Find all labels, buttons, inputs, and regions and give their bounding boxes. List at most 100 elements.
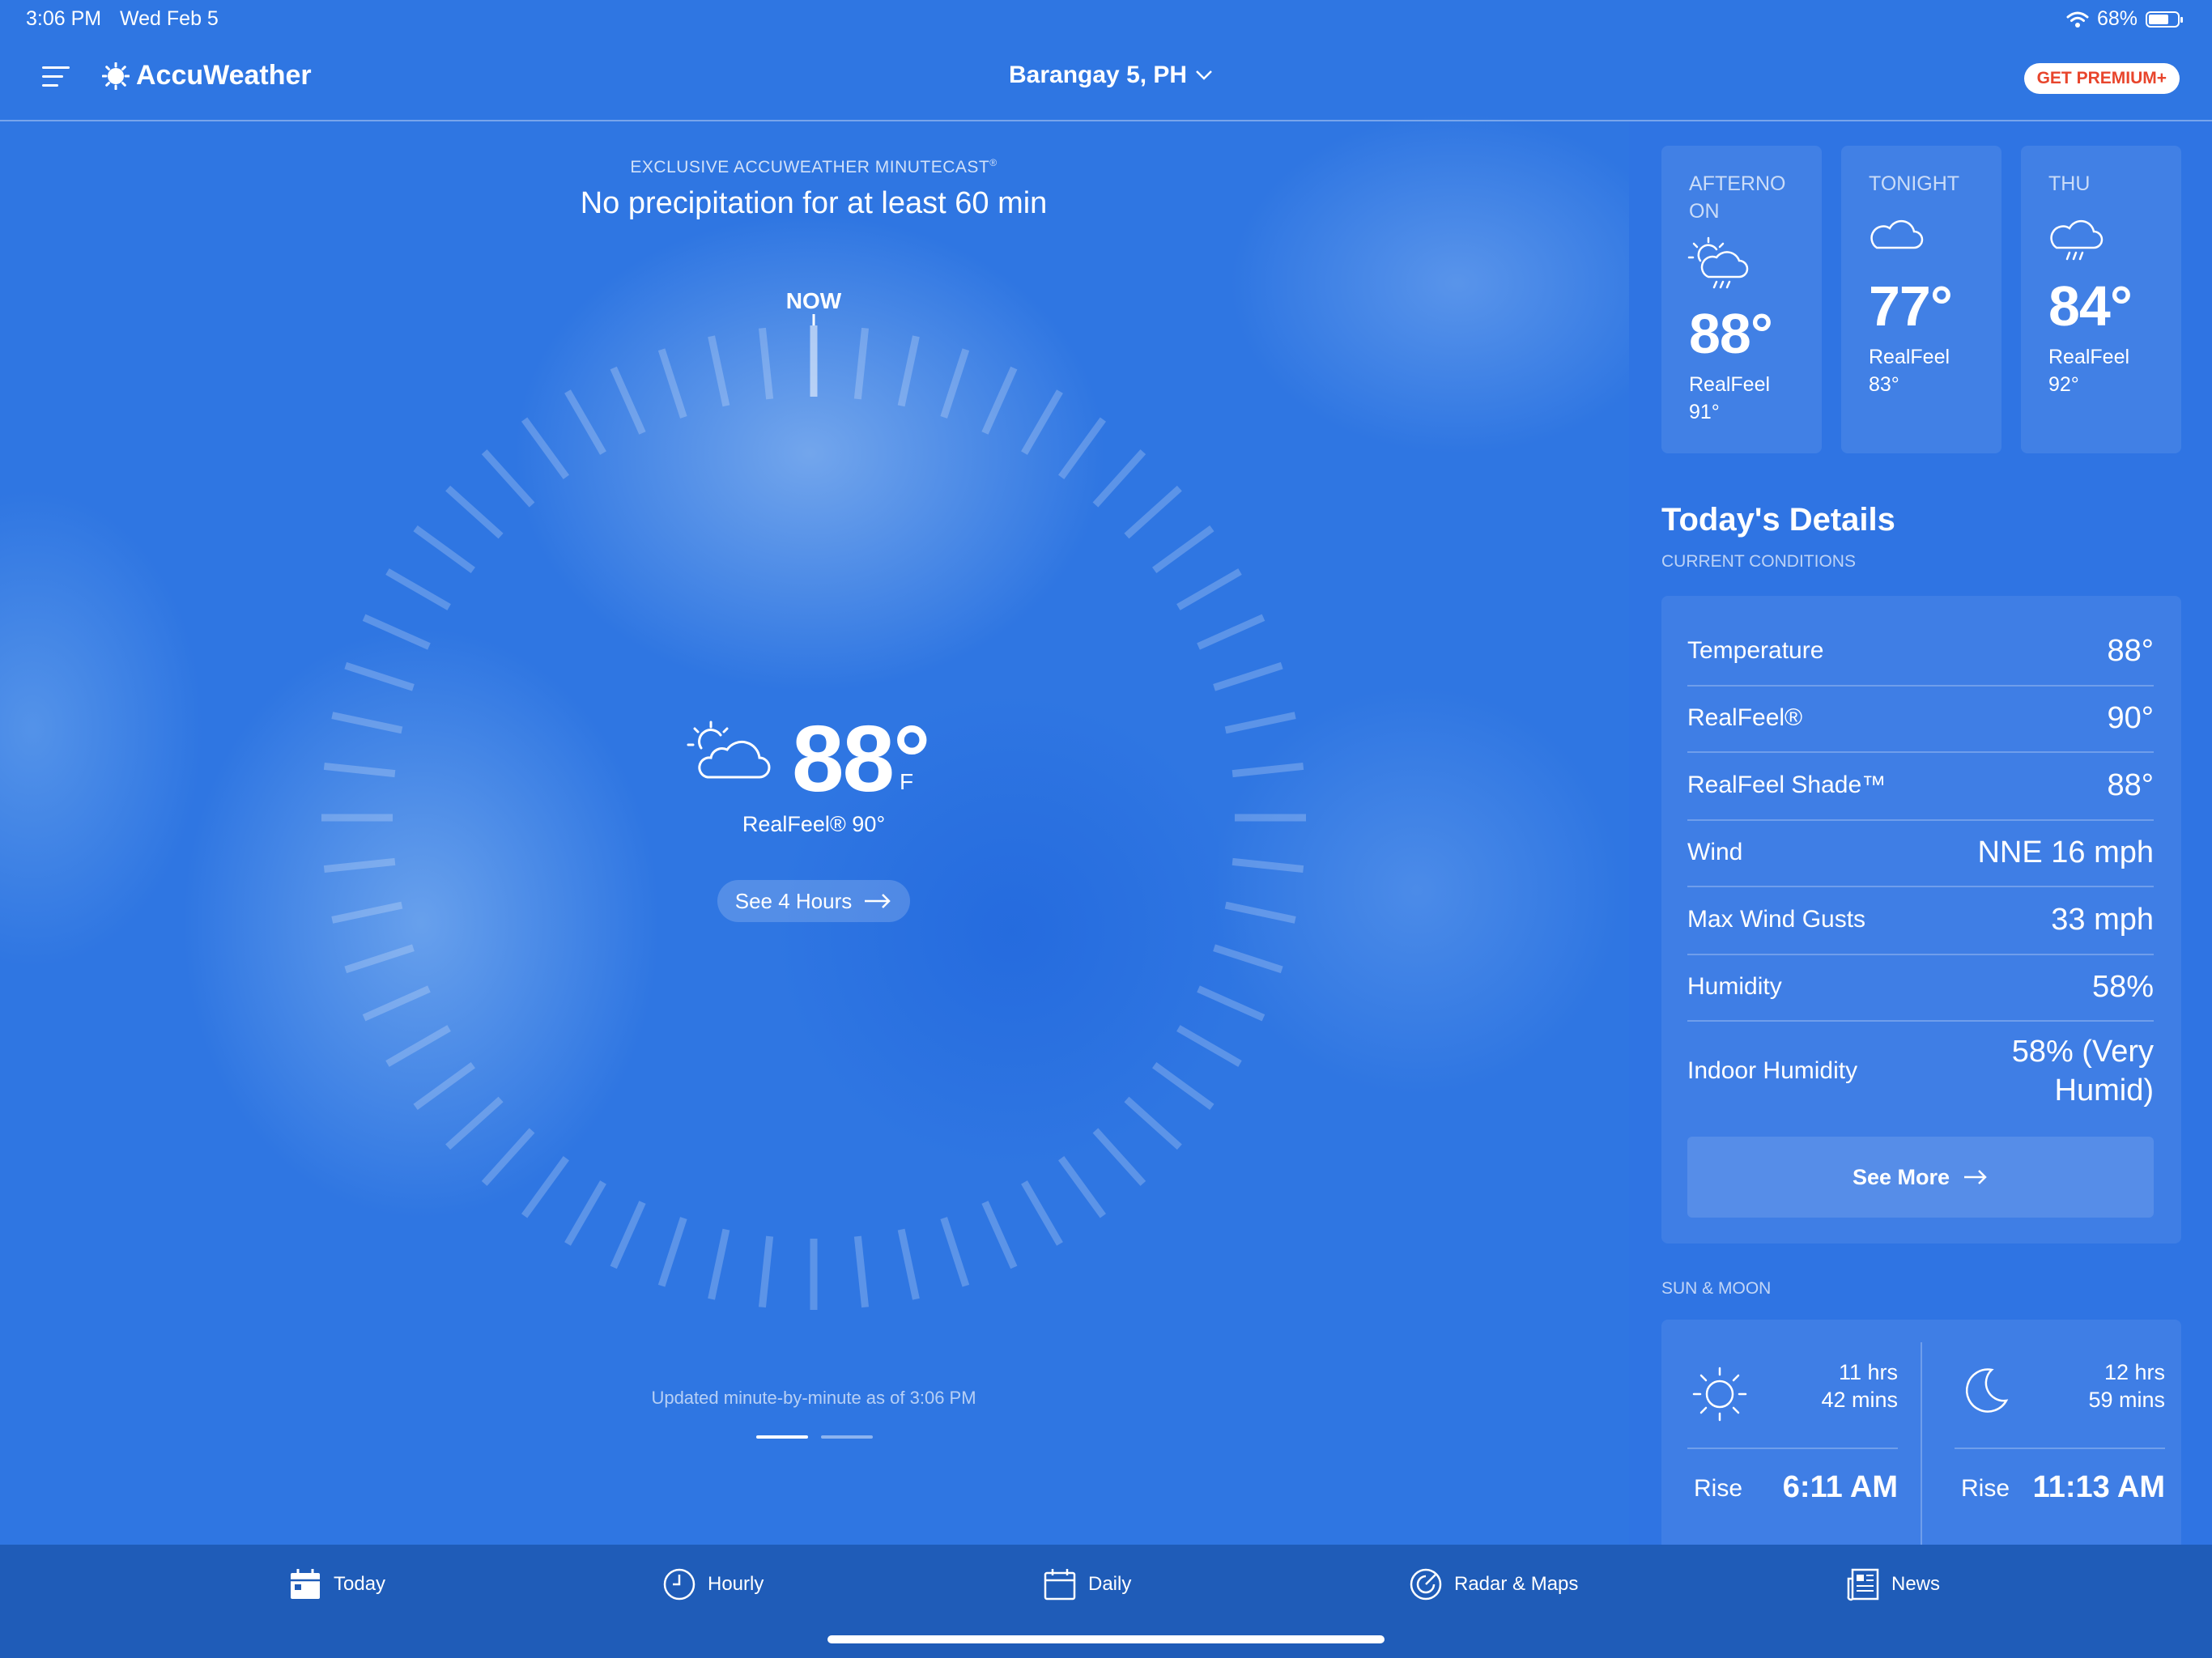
temperature-unit: F [900,769,914,794]
newspaper-icon [1847,1568,1879,1601]
get-premium-button[interactable]: GET PREMIUM+ [2023,63,2180,94]
page-dot-2[interactable] [821,1435,873,1439]
see-hours-label: See 4 Hours [734,888,853,913]
battery-icon [2146,11,2183,28]
divider [1687,1448,1898,1449]
see-4-hours-button[interactable]: See 4 Hours [717,880,910,922]
dial-tick [1021,389,1063,455]
page-indicator[interactable] [756,1435,873,1439]
tab-label: Daily [1088,1573,1132,1595]
tab-label: News [1891,1573,1941,1595]
detail-label: Wind [1687,839,1743,865]
detail-value: NNE 16 mph [1977,835,2154,869]
details-row: Wind NNE 16 mph [1687,819,2154,887]
detail-value: 88° [2107,633,2154,668]
tab-label: Today [334,1573,386,1595]
dial-tick [481,1128,535,1186]
see-more-button[interactable]: See More [1687,1137,2154,1218]
sun-duration-hours: 11 hrs [1838,1360,1898,1384]
dial-tick [1231,857,1304,874]
forecast-card-thu[interactable]: THU 84° RealFeel 92° [2021,146,2181,453]
dial-tick [1176,568,1242,610]
detail-value: 58% [2091,969,2154,1004]
dial-tick [323,857,396,874]
moon-duration-hours: 12 hrs [2104,1360,2165,1384]
dial-tick [940,348,970,419]
dial-tick [331,901,403,924]
dial-tick [564,389,606,455]
home-indicator[interactable] [827,1635,1385,1643]
dial-tick [1224,901,1296,924]
tab-hourly[interactable]: Hourly [662,1567,764,1601]
dial-tick [1092,449,1146,508]
details-row: Max Wind Gusts 33 mph [1687,886,2154,955]
dial-tick [897,1228,920,1300]
forecast-realfeel-value: 91° [1689,401,1720,423]
forecast-temp: 84° [2048,274,2133,338]
forecast-label: AFTERNO ON [1689,172,1786,223]
partly-sunny-icon [687,721,771,786]
dial-tick [1213,661,1283,691]
detail-label: Temperature [1687,637,1824,664]
detail-value-line: Humid) [2054,1073,2154,1107]
dial-tick [362,614,431,650]
tab-daily[interactable]: Daily [1043,1567,1131,1601]
detail-label: Max Wind Gusts [1687,906,1866,933]
detail-value: 33 mph [2051,902,2154,937]
dial-tick [610,366,646,435]
forecast-temp: 88° [1689,302,1773,365]
dial-tick [1152,1062,1214,1111]
detail-label: Indoor Humidity [1687,1057,1858,1084]
dial-tick [853,1235,870,1308]
dial-tick [445,485,504,539]
moonrise-time: 11:13 AM [2032,1470,2165,1504]
dial-tick [1224,712,1296,734]
dial-tick [853,327,870,400]
forecast-label: TONIGHT [1869,172,1960,195]
forecast-card-tonight[interactable]: TONIGHT 77° RealFeel 83° [1841,146,2001,453]
dial-tick [413,525,475,573]
tab-today[interactable]: Today [288,1567,385,1601]
detail-value: 58% (Very Humid) [2012,1032,2154,1110]
dial-tick [1231,762,1304,778]
updated-text: Updated minute-by-minute as of 3:06 PM [651,1388,976,1408]
forecast-label: THU [2048,172,2091,195]
dial-tick [1021,1180,1063,1246]
calendar-icon [1044,1569,1076,1601]
dial-tick [708,335,730,407]
forecast-temp: 77° [1869,274,1953,338]
detail-label: Humidity [1687,973,1782,1000]
dial-tick [521,417,569,479]
forecast-realfeel-label: RealFeel [1869,346,1950,368]
page-dot-1[interactable] [756,1435,808,1439]
dial-tick [481,449,535,508]
forecast-realfeel-value: 92° [2048,373,2079,396]
tab-news[interactable]: News [1846,1567,1940,1601]
calendar-today-icon [291,1569,320,1599]
dial-tick [897,335,920,407]
sun-duration: 11 hrs 42 mins [1821,1358,1898,1414]
dial-tick [1197,985,1266,1022]
dial-tick [385,568,451,610]
details-row: RealFeel® 90° [1687,685,2154,753]
dial-tick [1152,525,1214,573]
radar-icon [1410,1568,1442,1601]
status-right: 68% [2066,7,2183,31]
moon-section: 12 hrs 59 mins Rise 11:13 AM [1955,1320,2165,1545]
sun-duration-mins: 42 mins [1821,1388,1898,1412]
sunrise-label: Rise [1694,1475,1743,1502]
forecast-card-afternoon[interactable]: AFTERNO ON 88° RealFeel 91° [1661,146,1822,453]
details-row: Indoor Humidity 58% (Very Humid) [1687,1020,2154,1122]
dial-tick [521,1156,569,1218]
details-card: Temperature 88° RealFeel® 90° RealFeel S… [1661,596,2181,1244]
battery-percent: 68% [2096,7,2138,30]
dial-tick [564,1180,606,1246]
dial-tick [323,762,396,778]
tab-radar-maps[interactable]: Radar & Maps [1409,1567,1578,1601]
wifi-icon [2066,11,2089,28]
sun-section: 11 hrs 42 mins Rise 6:11 AM [1687,1320,1898,1545]
dial-tick [1213,944,1283,974]
detail-label: RealFeel Shade™ [1687,772,1887,798]
clock-icon [663,1568,696,1601]
sun-icon [1691,1365,1749,1427]
